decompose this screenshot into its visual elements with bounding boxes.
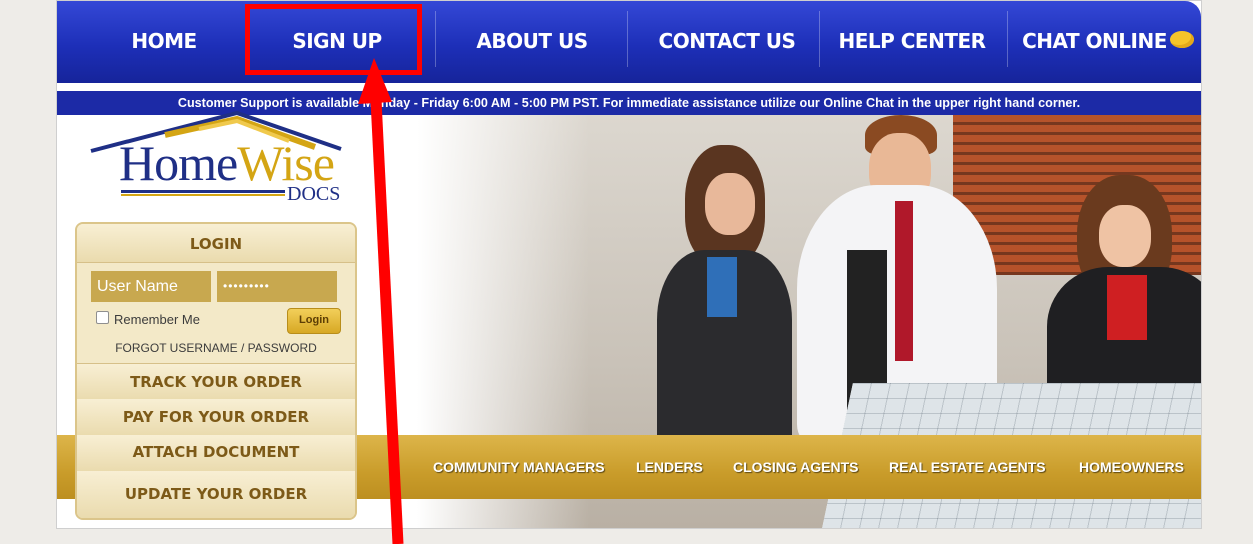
annotation-arrow	[358, 58, 404, 544]
